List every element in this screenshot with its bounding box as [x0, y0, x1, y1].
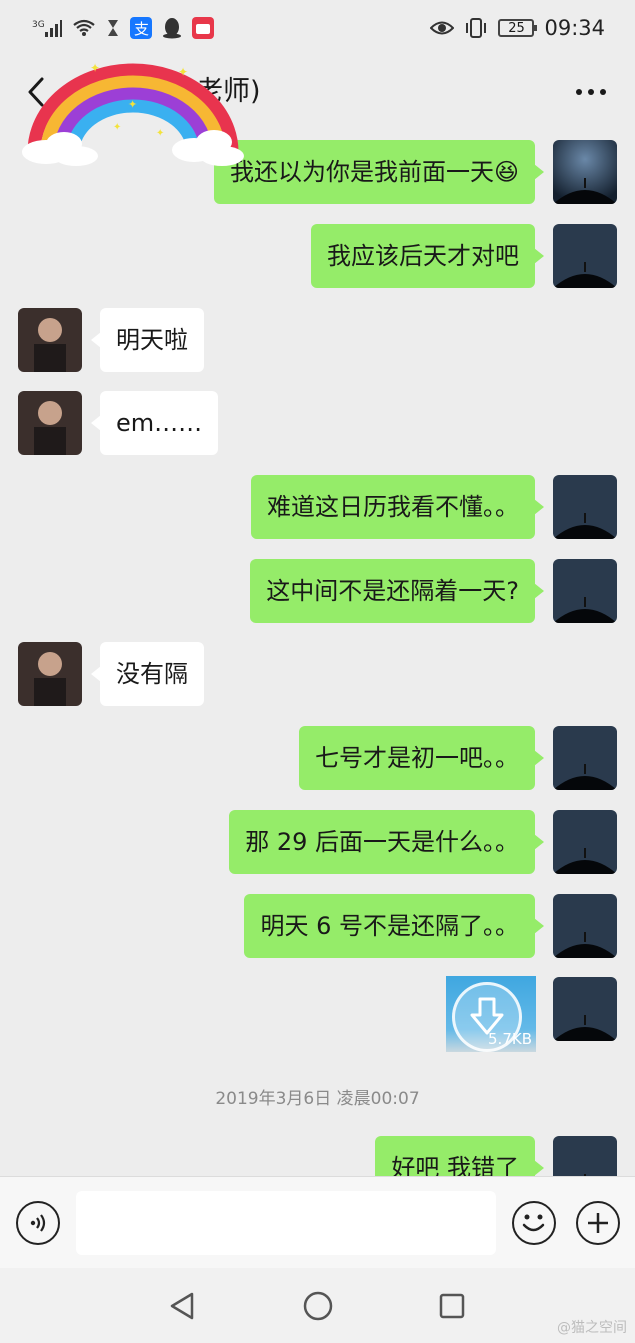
my-avatar[interactable] — [553, 224, 617, 288]
message-bubble-outgoing[interactable]: 难道这日历我看不懂。。 — [251, 475, 544, 539]
nav-recents-button[interactable] — [432, 1286, 472, 1326]
contact-avatar[interactable] — [18, 308, 82, 372]
emoji-button[interactable] — [512, 1201, 556, 1245]
app-notification-icon — [192, 17, 214, 39]
eye-icon — [430, 19, 455, 37]
svg-text:✦: ✦ — [128, 98, 137, 111]
contact-avatar[interactable] — [18, 391, 82, 455]
triangle-back-icon — [170, 1292, 194, 1320]
signal-icon: 3G — [32, 18, 62, 38]
nav-back-button[interactable] — [162, 1286, 202, 1326]
my-avatar[interactable] — [553, 475, 617, 539]
my-avatar[interactable] — [553, 894, 617, 958]
my-avatar[interactable] — [553, 810, 617, 874]
message-bubble-outgoing[interactable]: 好吧 我错了 — [375, 1136, 544, 1176]
message-text-input[interactable] — [76, 1191, 496, 1255]
vibrate-icon — [464, 17, 488, 39]
message-bubble-outgoing[interactable]: 七号才是初一吧。。 — [299, 726, 544, 790]
plus-icon — [588, 1213, 608, 1233]
message-row-outgoing: 这中间不是还隔着一天? — [250, 559, 617, 623]
message-row-outgoing: 七号才是初一吧。。 — [299, 726, 617, 790]
status-bar-left: 3G 支 — [32, 17, 214, 39]
svg-text:✦: ✦ — [178, 65, 188, 79]
file-size-label: 5.7KB — [488, 1030, 532, 1048]
circle-home-icon — [303, 1291, 333, 1321]
battery-indicator: 25 — [498, 19, 538, 37]
message-bubble-outgoing[interactable]: 我还以为你是我前面一天😆 — [213, 140, 545, 204]
message-row-outgoing: 明天 6 号不是还隔了。。 — [244, 894, 617, 958]
file-message[interactable]: 5.7KB — [446, 976, 536, 1052]
nav-home-button[interactable] — [298, 1286, 338, 1326]
smiley-icon — [522, 1214, 545, 1232]
square-recents-icon — [439, 1293, 465, 1319]
message-row-incoming: 没有隔 — [18, 642, 204, 706]
message-bubble-incoming[interactable]: 明天啦 — [91, 308, 204, 372]
svg-text:✦: ✦ — [156, 128, 164, 139]
message-bubble-outgoing[interactable]: 这中间不是还隔着一天? — [250, 559, 544, 623]
my-avatar[interactable] — [553, 1136, 617, 1176]
message-row-outgoing: 我应该后天才对吧 — [311, 224, 617, 288]
svg-text:✦: ✦ — [90, 61, 100, 75]
my-avatar[interactable] — [553, 726, 617, 790]
watermark: @猫之空间 — [557, 1320, 627, 1336]
qq-icon — [162, 17, 182, 39]
wifi-icon — [72, 18, 96, 38]
message-bubble-incoming[interactable]: 没有隔 — [91, 642, 204, 706]
rainbow-sticker: ✦ ✦ ✦ ✦ ✦ — [18, 60, 248, 170]
svg-text:支: 支 — [134, 20, 149, 38]
status-bar-right: 25 09:34 — [430, 16, 605, 40]
message-row-outgoing: 我还以为你是我前面一天😆 — [213, 140, 617, 204]
chat-message-list[interactable]: 我还以为你是我前面一天😆 我应该后天才对吧 明天啦 em…… 难道这日历我看不懂… — [0, 128, 635, 1176]
system-nav-bar: @猫之空间 — [0, 1268, 635, 1343]
message-row-outgoing: 难道这日历我看不懂。。 — [251, 475, 617, 539]
more-options-icon[interactable] — [573, 70, 609, 114]
svg-text:✦: ✦ — [113, 122, 121, 133]
message-bubble-outgoing[interactable]: 那 29 后面一天是什么。。 — [229, 810, 544, 874]
my-avatar[interactable] — [553, 559, 617, 623]
message-row-outgoing — [553, 977, 617, 1041]
more-functions-button[interactable] — [576, 1201, 620, 1245]
voice-icon — [30, 1214, 46, 1232]
message-row-incoming: em…… — [18, 391, 219, 455]
status-bar: 3G 支 25 09:34 — [0, 0, 635, 56]
message-row-outgoing: 那 29 后面一天是什么。。 — [229, 810, 617, 874]
status-time: 09:34 — [544, 16, 605, 40]
hourglass-icon — [106, 18, 120, 38]
message-input-bar — [0, 1176, 635, 1268]
voice-input-button[interactable] — [16, 1201, 60, 1245]
message-row-outgoing: 好吧 我错了 — [375, 1136, 617, 1176]
contact-avatar[interactable] — [18, 642, 82, 706]
my-avatar[interactable] — [553, 140, 617, 204]
alipay-icon: 支 — [130, 17, 152, 39]
message-row-incoming: 明天啦 — [18, 308, 204, 372]
message-timestamp: 2019年3月6日 凌晨00:07 — [215, 1089, 420, 1109]
message-bubble-outgoing[interactable]: 明天 6 号不是还隔了。。 — [244, 894, 544, 958]
svg-text:3G: 3G — [32, 20, 45, 30]
my-avatar[interactable] — [553, 977, 617, 1041]
message-bubble-incoming[interactable]: em…… — [90, 391, 219, 455]
message-bubble-outgoing[interactable]: 我应该后天才对吧 — [311, 224, 544, 288]
